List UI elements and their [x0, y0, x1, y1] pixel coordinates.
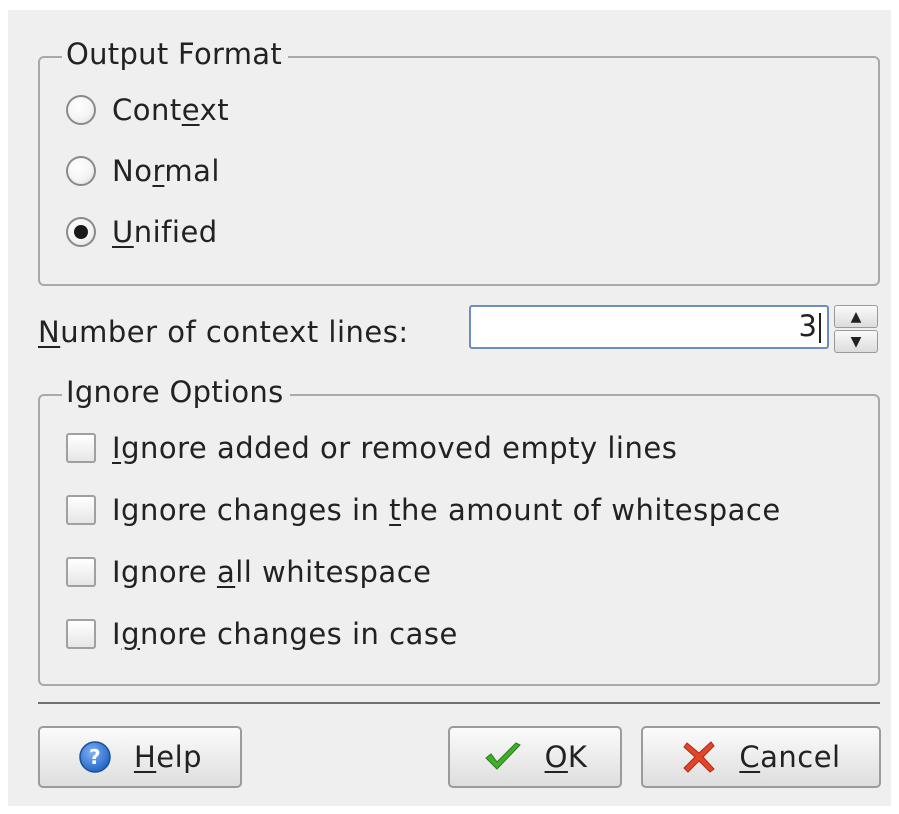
radio-normal-label: Normal: [112, 154, 220, 188]
radio-context[interactable]: Context: [66, 92, 229, 128]
button-divider: [38, 702, 880, 704]
checkbox-ignore-case[interactable]: Ignore changes in case: [66, 616, 458, 652]
radio-context-indicator[interactable]: [66, 95, 96, 125]
radio-normal-indicator[interactable]: [66, 156, 96, 186]
checkbox-ignore-all-whitespace-label: Ignore all whitespace: [112, 555, 432, 589]
ok-button[interactable]: OK: [448, 726, 622, 788]
ok-button-label: OK: [544, 740, 588, 774]
context-lines-input[interactable]: 3: [469, 305, 829, 349]
output-format-group: Output Format Context Normal Unified: [38, 36, 880, 286]
help-icon: ?: [78, 740, 112, 774]
check-icon: [483, 741, 523, 773]
checkbox-ignore-empty-lines[interactable]: Ignore added or removed empty lines: [66, 430, 677, 466]
radio-unified-indicator[interactable]: [66, 217, 96, 247]
stepper-down-icon[interactable]: ▼: [834, 330, 878, 353]
stepper-up-icon[interactable]: ▲: [834, 305, 878, 328]
checkbox-ignore-case-box[interactable]: [66, 619, 96, 649]
radio-normal[interactable]: Normal: [66, 153, 220, 189]
svg-text:?: ?: [89, 745, 101, 769]
checkbox-ignore-case-label: Ignore changes in case: [112, 617, 458, 651]
checkbox-ignore-all-whitespace-box[interactable]: [66, 557, 96, 587]
cancel-icon: [681, 739, 717, 775]
help-button[interactable]: ? Help: [38, 726, 242, 788]
checkbox-ignore-whitespace-amount-box[interactable]: [66, 495, 96, 525]
context-lines-label: Number of context lines:: [38, 315, 409, 349]
cancel-button[interactable]: Cancel: [641, 726, 881, 788]
radio-unified[interactable]: Unified: [66, 214, 218, 250]
checkbox-ignore-whitespace-amount[interactable]: Ignore changes in the amount of whitespa…: [66, 492, 781, 528]
text-caret: [819, 313, 821, 343]
context-lines-stepper[interactable]: ▲ ▼: [834, 305, 878, 353]
radio-unified-label: Unified: [112, 215, 218, 249]
cancel-button-label: Cancel: [739, 740, 841, 774]
diff-options-dialog: Output Format Context Normal Unified Num…: [8, 10, 891, 806]
ignore-options-title: Ignore Options: [62, 374, 290, 410]
checkbox-ignore-empty-lines-box[interactable]: [66, 433, 96, 463]
help-button-label: Help: [133, 740, 203, 774]
checkbox-ignore-empty-lines-label: Ignore added or removed empty lines: [112, 431, 678, 465]
output-format-title: Output Format: [62, 36, 289, 72]
checkbox-ignore-all-whitespace[interactable]: Ignore all whitespace: [66, 554, 432, 590]
ignore-options-group: Ignore Options Ignore added or removed e…: [38, 374, 880, 686]
radio-context-label: Context: [112, 93, 230, 127]
checkbox-ignore-whitespace-amount-label: Ignore changes in the amount of whitespa…: [112, 493, 781, 527]
